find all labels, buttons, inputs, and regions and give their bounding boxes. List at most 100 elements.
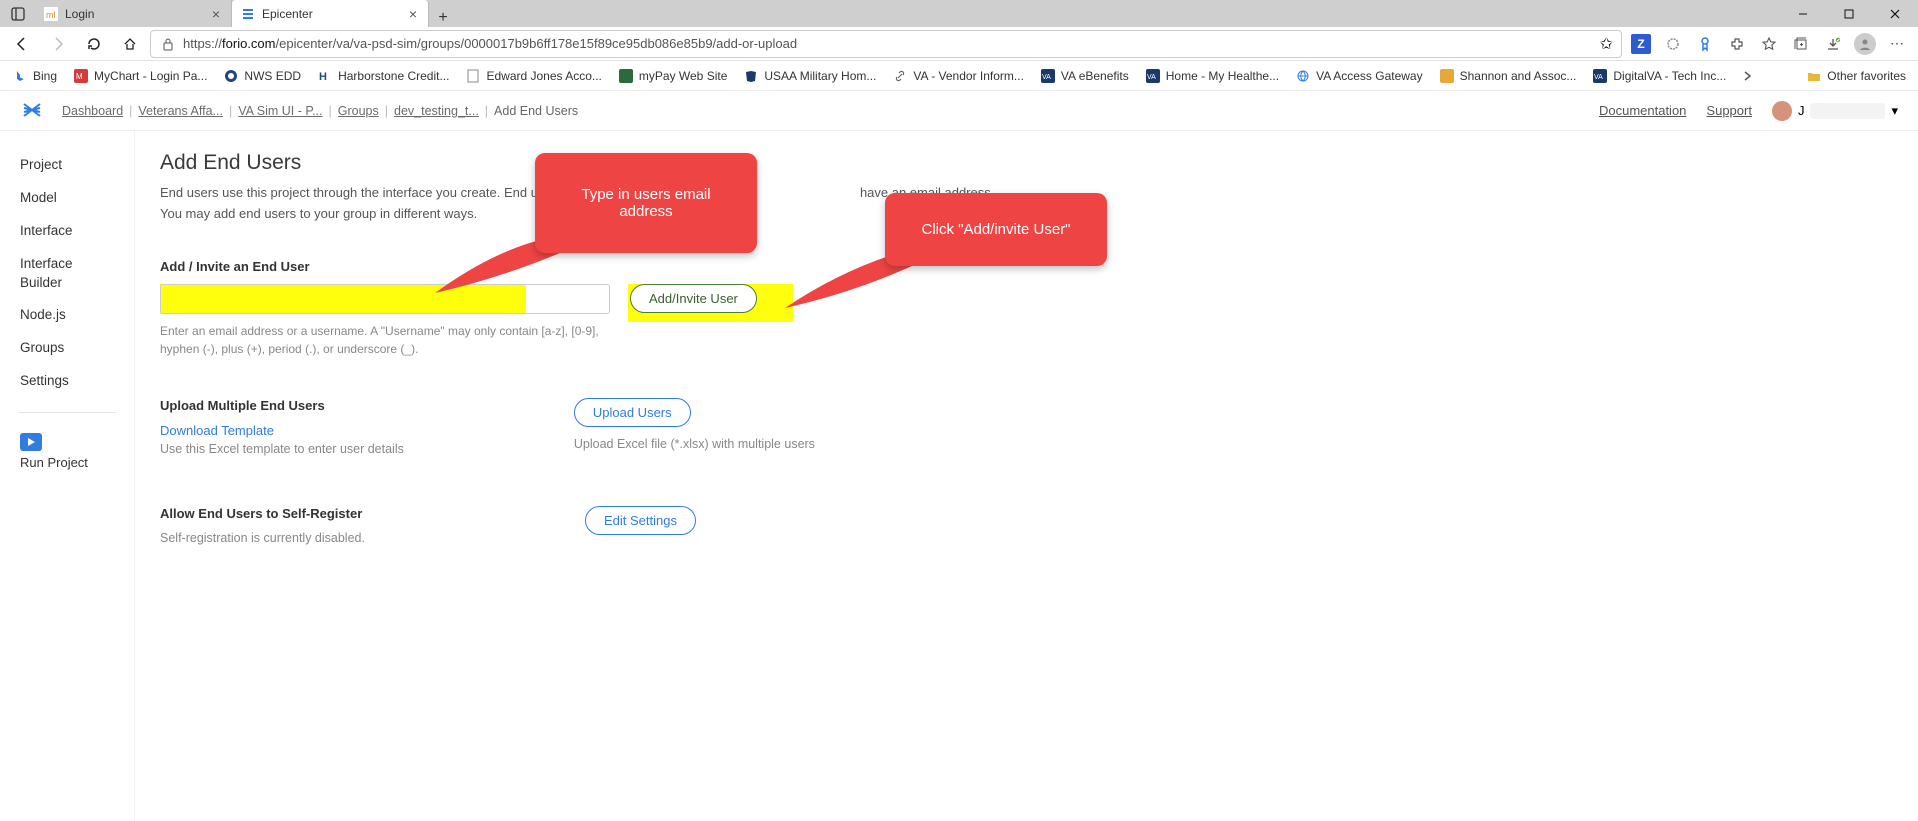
folder-icon: [1806, 68, 1822, 84]
bookmark-harborstone[interactable]: H Harborstone Credit...: [311, 65, 455, 87]
va-icon: VA: [1145, 68, 1161, 84]
download-template-link[interactable]: Download Template: [160, 423, 404, 438]
forio-logo[interactable]: [20, 99, 44, 123]
svg-text:ml: ml: [46, 10, 56, 20]
sidebar: Project Model Interface Interface Builde…: [0, 131, 135, 821]
selfreg-status: Self-registration is currently disabled.: [160, 531, 365, 545]
url-scheme: https://: [183, 36, 222, 51]
run-project-button[interactable]: Run Project: [0, 427, 134, 476]
svg-text:VA: VA: [1594, 74, 1603, 81]
sidebar-item-project[interactable]: Project: [0, 149, 134, 182]
profile-icon[interactable]: [1850, 30, 1880, 58]
tab-epicenter[interactable]: Epicenter ×: [232, 0, 429, 27]
url-box[interactable]: https://forio.com/epicenter/va/va-psd-si…: [150, 30, 1622, 58]
bookmark-va-ebenefits[interactable]: VAVA eBenefits: [1034, 65, 1135, 87]
header-right: Documentation Support J ▾: [1599, 101, 1898, 121]
bookmark-myhealthe[interactable]: VA Home - My Healthe...: [1139, 65, 1285, 87]
extensions-icon[interactable]: [1722, 30, 1752, 58]
breadcrumb: Dashboard| Veterans Affa...| VA Sim UI -…: [62, 104, 1599, 118]
svg-text:M: M: [76, 72, 83, 81]
minimize-button[interactable]: [1780, 0, 1826, 27]
bookmark-label: NWS EDD: [244, 69, 301, 83]
bookmark-label: Bing: [33, 69, 57, 83]
maximize-button[interactable]: [1826, 0, 1872, 27]
bookmark-shannon[interactable]: Shannon and Assoc...: [1433, 65, 1583, 87]
breadcrumb-groups[interactable]: Groups: [338, 104, 379, 118]
breadcrumb-account[interactable]: Veterans Affa...: [138, 104, 223, 118]
bookmarks-bar: Bing MMyChart - Login Pa... NWS EDD H Har…: [0, 61, 1918, 91]
favicon-epicenter: [240, 6, 256, 22]
downloads-icon[interactable]: [1818, 30, 1848, 58]
sidebar-item-model[interactable]: Model: [0, 182, 134, 215]
bookmark-overflow[interactable]: [1740, 68, 1756, 84]
add-invite-user-button[interactable]: Add/Invite User: [630, 284, 757, 313]
breadcrumb-group[interactable]: dev_testing_t...: [394, 104, 479, 118]
tab-login[interactable]: ml Login ×: [35, 0, 232, 27]
user-menu[interactable]: J ▾: [1772, 101, 1898, 121]
page-title: Add End Users: [160, 151, 1893, 175]
extension-z-icon[interactable]: Z: [1626, 30, 1656, 58]
home-button[interactable]: [114, 30, 146, 58]
edit-settings-button[interactable]: Edit Settings: [585, 506, 696, 535]
close-icon[interactable]: ×: [209, 6, 223, 22]
breadcrumb-project[interactable]: VA Sim UI - P...: [238, 104, 322, 118]
more-icon[interactable]: ⋯: [1882, 30, 1912, 58]
window-controls: [1780, 0, 1918, 27]
bookmark-edwardjones[interactable]: Edward Jones Acco...: [459, 65, 607, 87]
tab-actions-icon[interactable]: [0, 0, 35, 27]
new-tab-button[interactable]: +: [429, 9, 457, 27]
sidebar-item-interface-builder[interactable]: Interface Builder: [0, 248, 134, 300]
sidebar-item-nodejs[interactable]: Node.js: [0, 299, 134, 332]
bookmark-bing[interactable]: Bing: [6, 65, 63, 87]
bookmark-label: Edward Jones Acco...: [486, 69, 601, 83]
lock-icon: [159, 37, 177, 51]
bookmark-label: VA eBenefits: [1061, 69, 1129, 83]
bookmark-va-vendor[interactable]: VA - Vendor Inform...: [886, 65, 1030, 87]
favicon-login: ml: [43, 6, 59, 22]
run-project-icon: [20, 433, 42, 451]
upload-template-hint: Use this Excel template to enter user de…: [160, 442, 404, 456]
forward-button[interactable]: [42, 30, 74, 58]
upload-heading: Upload Multiple End Users: [160, 398, 404, 413]
favorite-star-icon[interactable]: ✩: [1600, 34, 1613, 54]
bookmark-va-access[interactable]: VA Access Gateway: [1289, 65, 1429, 87]
va-icon: VA: [1592, 68, 1608, 84]
bookmark-usaa[interactable]: USAA Military Hom...: [737, 65, 882, 87]
close-window-button[interactable]: [1872, 0, 1918, 27]
nws-icon: [223, 68, 239, 84]
svg-text:VA: VA: [1147, 74, 1156, 81]
refresh-button[interactable]: [78, 30, 110, 58]
page-icon: [465, 68, 481, 84]
link-icon: [892, 68, 908, 84]
breadcrumb-dashboard[interactable]: Dashboard: [62, 104, 123, 118]
bookmark-label: Harborstone Credit...: [338, 69, 449, 83]
chevron-down-icon: ▾: [1891, 103, 1898, 119]
bookmark-label: USAA Military Hom...: [764, 69, 876, 83]
bookmark-digitalva[interactable]: VA DigitalVA - Tech Inc...: [1586, 65, 1732, 87]
bookmark-nws[interactable]: NWS EDD: [217, 65, 307, 87]
bookmark-label: DigitalVA - Tech Inc...: [1613, 69, 1726, 83]
sidebar-item-interface[interactable]: Interface: [0, 215, 134, 248]
user-name-redacted: [1810, 103, 1885, 119]
email-hint: Enter an email address or a username. A …: [160, 322, 600, 358]
toolbar-right-icons: Z ⋯: [1626, 30, 1912, 58]
collections-icon[interactable]: [1786, 30, 1816, 58]
harborstone-icon: H: [317, 68, 333, 84]
breadcrumb-current: Add End Users: [494, 104, 578, 118]
upload-users-button[interactable]: Upload Users: [574, 398, 691, 427]
extension-icon[interactable]: [1658, 30, 1688, 58]
favorites-icon[interactable]: [1754, 30, 1784, 58]
sidebar-item-settings[interactable]: Settings: [0, 365, 134, 398]
back-button[interactable]: [6, 30, 38, 58]
bookmark-mypay[interactable]: myPay Web Site: [612, 65, 733, 87]
close-icon[interactable]: ×: [406, 6, 420, 22]
documentation-link[interactable]: Documentation: [1599, 103, 1686, 118]
browser-titlebar: ml Login × Epicenter × +: [0, 0, 1918, 27]
bookmark-mychart[interactable]: MMyChart - Login Pa...: [67, 65, 213, 87]
bookmark-label: Home - My Healthe...: [1166, 69, 1279, 83]
support-link[interactable]: Support: [1706, 103, 1752, 118]
other-favorites[interactable]: Other favorites: [1800, 65, 1912, 87]
rewards-icon[interactable]: [1690, 30, 1720, 58]
upload-users-hint: Upload Excel file (*.xlsx) with multiple…: [574, 437, 815, 451]
sidebar-item-groups[interactable]: Groups: [0, 332, 134, 365]
